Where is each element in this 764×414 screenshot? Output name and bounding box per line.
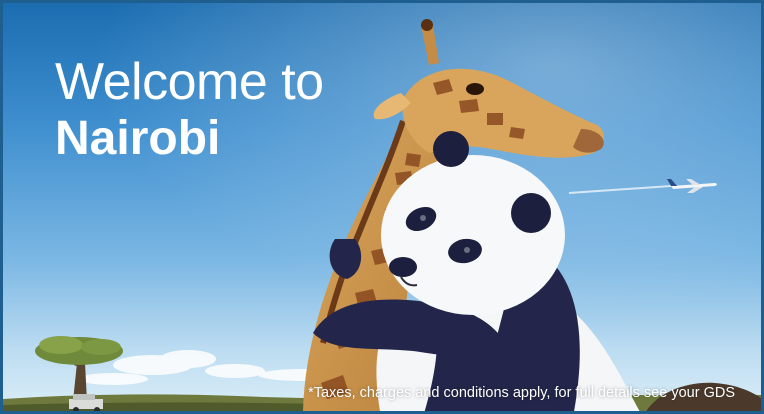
headline-line1: Welcome to: [55, 53, 324, 111]
promo-banner: Welcome to Nairobi *Taxes, charges and c…: [0, 0, 764, 414]
headline: Welcome to Nairobi: [55, 53, 324, 167]
disclaimer-text: *Taxes, charges and conditions apply, fo…: [308, 385, 735, 401]
headline-city: Nairobi: [55, 112, 221, 165]
